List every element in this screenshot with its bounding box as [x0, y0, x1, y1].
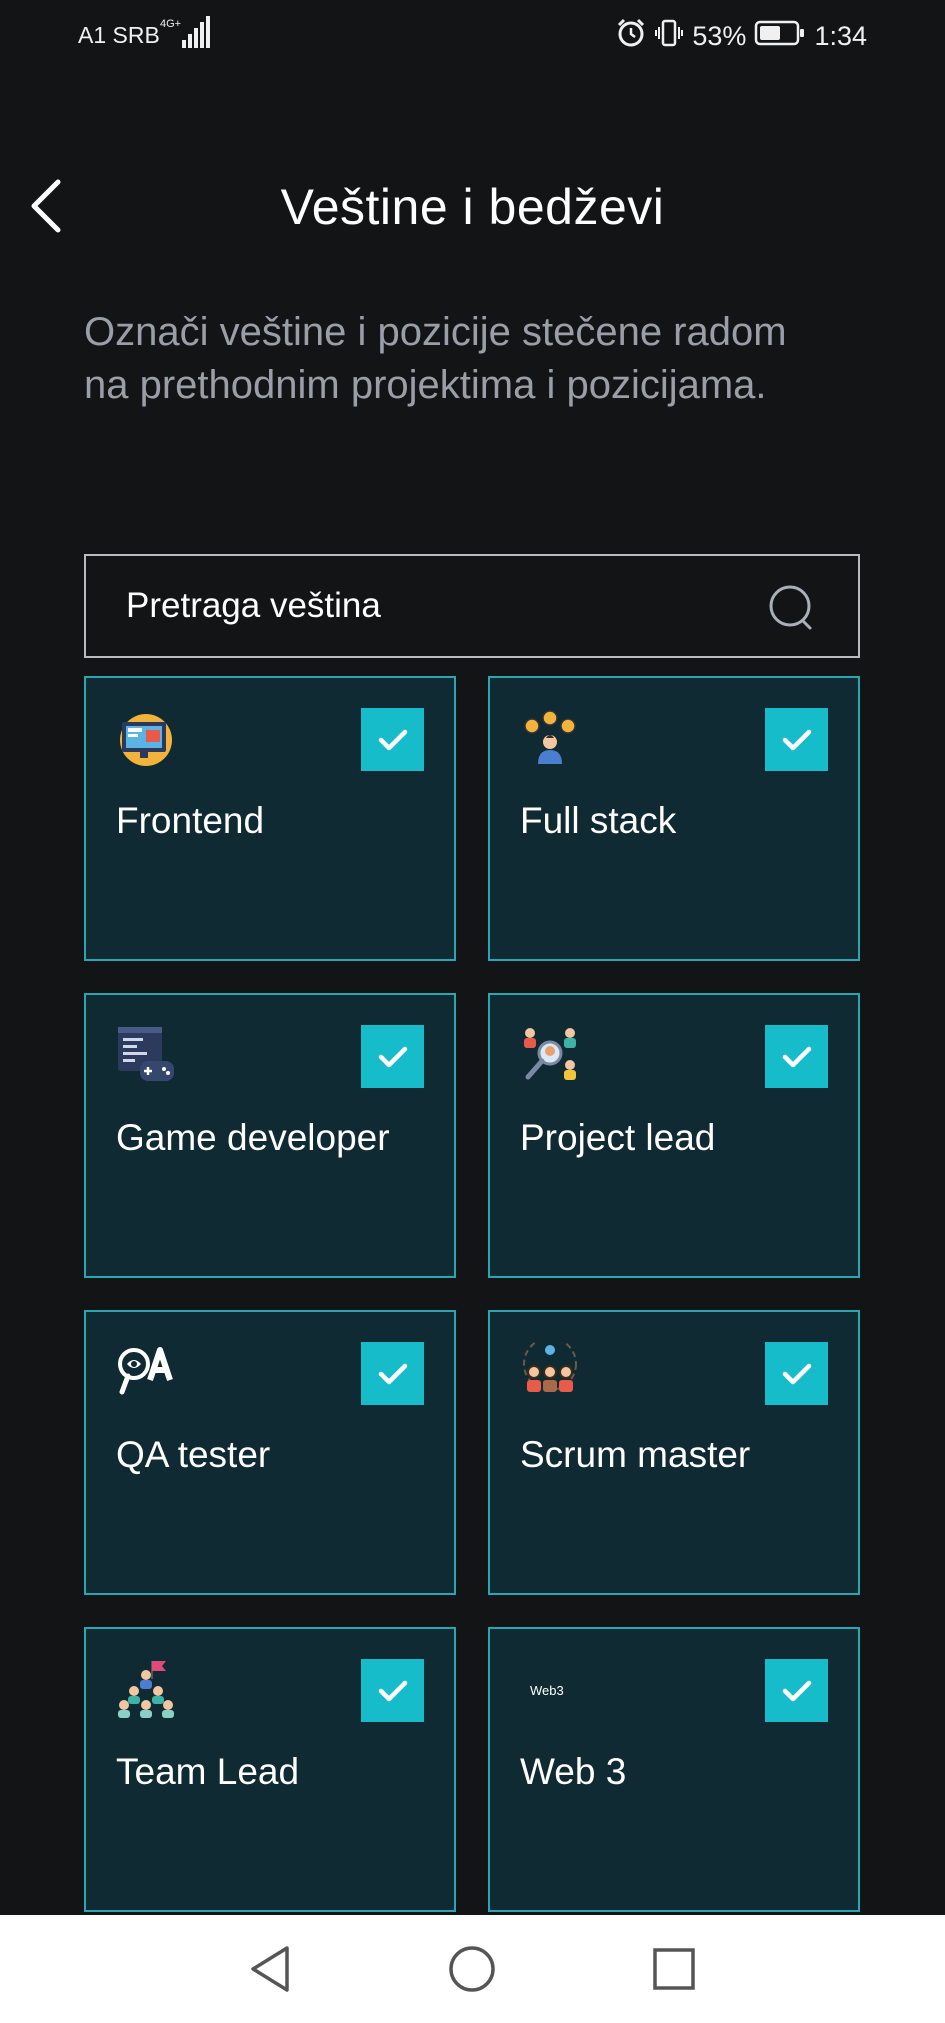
- skill-card-team-lead[interactable]: Team Lead: [84, 1627, 456, 1912]
- nav-recents-button[interactable]: [646, 1941, 702, 1997]
- carrier-name: A1 SRB: [78, 22, 160, 48]
- skill-label: Game developer: [116, 1117, 390, 1158]
- checkmark-icon: [378, 1680, 407, 1701]
- checkbox-checked[interactable]: [765, 1025, 828, 1088]
- status-bar: A1 SRB 4G+ 53% 1:34: [0, 0, 945, 72]
- status-indicators: 53% 1:34: [616, 18, 867, 55]
- full-stack-developer-icon: [520, 708, 580, 768]
- alarm-clock-icon: [616, 18, 646, 55]
- square-recents-icon: [653, 1948, 695, 1990]
- skill-card-frontend[interactable]: Frontend: [84, 676, 456, 961]
- nav-back-button[interactable]: [242, 1941, 298, 1997]
- triangle-back-icon: [251, 1946, 289, 1992]
- skill-card-game-developer[interactable]: Game developer: [84, 993, 456, 1278]
- checkmark-icon: [782, 729, 811, 750]
- skill-card-project-lead[interactable]: Project lead: [488, 993, 860, 1278]
- skill-label: Team Lead: [116, 1751, 300, 1792]
- search-icon[interactable]: [768, 584, 818, 639]
- game-code-gamepad-icon: [116, 1025, 176, 1085]
- team-lead-flag-icon: [116, 1659, 176, 1719]
- skill-label: QA tester: [116, 1434, 271, 1475]
- web3-logo-icon: Web3: [520, 1659, 580, 1719]
- checkbox-checked[interactable]: [765, 1659, 828, 1722]
- checkmark-icon: [782, 1363, 811, 1384]
- checkmark-icon: [782, 1046, 811, 1067]
- nav-home-button[interactable]: [444, 1941, 500, 1997]
- skill-label: Full stack: [520, 800, 677, 841]
- project-lead-team-icon: [520, 1025, 580, 1085]
- checkbox-checked[interactable]: [361, 1659, 424, 1722]
- checkmark-icon: [378, 1363, 407, 1384]
- checkbox-checked[interactable]: [361, 1342, 424, 1405]
- skill-label: Scrum master: [520, 1434, 751, 1475]
- frontend-monitor-icon: [116, 708, 176, 768]
- web3-logo-text: Web3: [530, 1683, 564, 1698]
- skill-label: Project lead: [520, 1117, 716, 1158]
- checkmark-icon: [782, 1680, 811, 1701]
- battery-percent: 53%: [692, 21, 747, 51]
- checkmark-icon: [378, 1046, 407, 1067]
- page-title: Veštine i bedževi: [280, 179, 665, 235]
- scrum-team-icon: [520, 1337, 580, 1402]
- header: Veštine i bedževi: [0, 160, 945, 252]
- battery-icon: [754, 19, 806, 54]
- skill-card-web-3[interactable]: Web3 Web 3: [488, 1627, 860, 1912]
- network-type-label: 4G+: [160, 18, 181, 30]
- skill-card-scrum-master[interactable]: Scrum master: [488, 1310, 860, 1595]
- checkbox-checked[interactable]: [765, 708, 828, 771]
- system-navigation-bar: [0, 1915, 945, 2023]
- skill-label: Web 3: [520, 1751, 627, 1792]
- circle-home-icon: [449, 1946, 495, 1992]
- skill-card-full-stack[interactable]: Full stack: [488, 676, 860, 961]
- clock-time: 1:34: [814, 21, 867, 51]
- checkmark-icon: [378, 729, 407, 750]
- checkbox-checked[interactable]: [361, 1025, 424, 1088]
- qa-magnifier-icon: [116, 1342, 176, 1402]
- checkbox-checked[interactable]: [361, 708, 424, 771]
- checkbox-checked[interactable]: [765, 1342, 828, 1405]
- signal-strength-icon: 4G+: [160, 16, 212, 55]
- vibrate-icon: [654, 18, 684, 55]
- skill-card-qa-tester[interactable]: QA tester: [84, 1310, 456, 1595]
- search-input-text: Pretraga veština: [126, 586, 381, 625]
- page-description: Označi veštine i pozicije stečene radom …: [84, 310, 787, 407]
- skill-label: Frontend: [116, 800, 265, 841]
- skill-search-input[interactable]: Pretraga veština: [84, 554, 860, 658]
